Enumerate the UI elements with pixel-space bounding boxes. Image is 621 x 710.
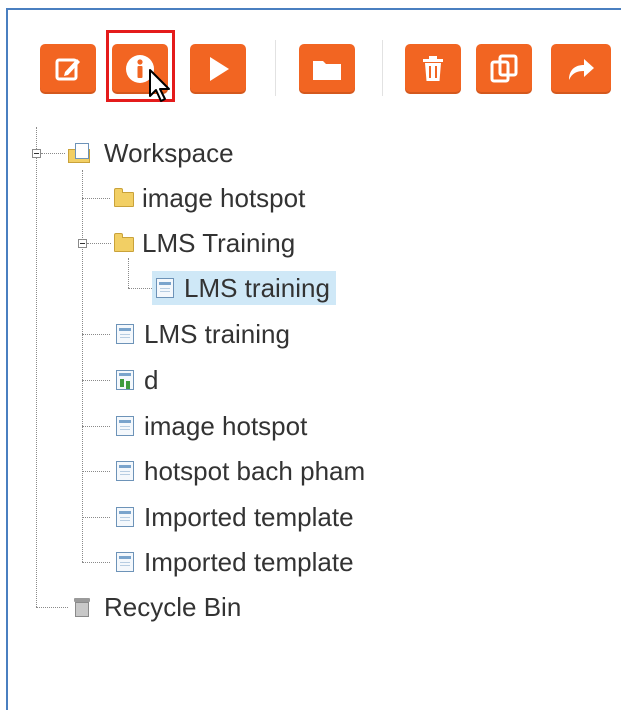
edit-button[interactable] (40, 44, 96, 94)
tree-node-folder[interactable]: image hotspot (114, 180, 311, 216)
tree-node-page[interactable]: Imported template (116, 499, 360, 535)
tree-connector (128, 258, 129, 288)
tree-connector (82, 471, 110, 472)
page-icon (116, 507, 134, 527)
tree-node-label: image hotspot (142, 183, 306, 213)
page-icon (156, 278, 174, 298)
edit-icon (55, 58, 80, 81)
tree-connector (82, 426, 110, 427)
copy-icon (490, 54, 518, 83)
chart-page-icon (116, 370, 134, 390)
tree-node-label: image hotspot (144, 411, 308, 441)
tree-connector (82, 380, 110, 381)
page-icon (116, 461, 134, 481)
tree-node-page[interactable]: LMS training (116, 316, 296, 352)
collapse-toggle[interactable] (32, 149, 41, 158)
page-icon (116, 416, 134, 436)
tree-node-label: LMS training (184, 273, 330, 303)
tree-node-page[interactable]: image hotspot (116, 408, 313, 444)
tree-connector (87, 243, 111, 244)
tree-node-label: hotspot bach pham (144, 456, 366, 486)
copy-button[interactable] (476, 44, 532, 94)
tree-node-page[interactable]: Imported template (116, 544, 360, 580)
delete-button[interactable] (405, 44, 461, 94)
tree-connector (82, 562, 110, 563)
page-icon (116, 324, 134, 344)
folder-icon (114, 233, 134, 252)
tree-node-label: Recycle Bin (104, 592, 242, 622)
tree-node-label-wrap: LMS training (152, 271, 336, 305)
folder-button[interactable] (299, 44, 355, 94)
tree-node-label: Imported template (144, 502, 354, 532)
share-button[interactable] (551, 44, 611, 94)
toolbar-separator (275, 40, 276, 96)
workspace-icon (68, 143, 92, 163)
tree-connector (36, 127, 37, 607)
tree-connector (82, 170, 83, 562)
tree-node-page[interactable]: d (116, 362, 164, 398)
folder-icon (114, 188, 134, 207)
tree-node-label: LMS training (144, 319, 290, 349)
collapse-toggle[interactable] (78, 239, 87, 248)
folder-icon (313, 61, 341, 80)
play-button[interactable] (190, 44, 246, 94)
toolbar (0, 0, 621, 110)
trash-icon (423, 56, 443, 81)
tree-connector (82, 334, 110, 335)
tree-connector (82, 198, 110, 199)
tree-connector (41, 153, 65, 154)
tree-node-recycle-bin[interactable]: Recycle Bin (72, 589, 247, 625)
tree-node-label: LMS Training (142, 228, 296, 258)
tree-node-folder[interactable]: LMS Training (114, 225, 301, 261)
tree-node-page[interactable]: hotspot bach pham (116, 453, 371, 489)
play-icon (210, 57, 229, 81)
recycle-bin-icon (72, 596, 92, 618)
tree-node-label: d (144, 365, 159, 395)
toolbar-separator (382, 40, 383, 96)
share-arrow-icon (569, 59, 594, 80)
page-icon (116, 552, 134, 572)
tree-connector (36, 607, 68, 608)
tree-node-page-selected[interactable]: LMS training (152, 270, 336, 306)
tree-node-label: Imported template (144, 547, 354, 577)
mouse-cursor-icon (149, 69, 170, 102)
tree-node-workspace[interactable]: Workspace (68, 135, 240, 171)
tree-node-label: Workspace (104, 138, 234, 168)
tree-connector (82, 517, 110, 518)
